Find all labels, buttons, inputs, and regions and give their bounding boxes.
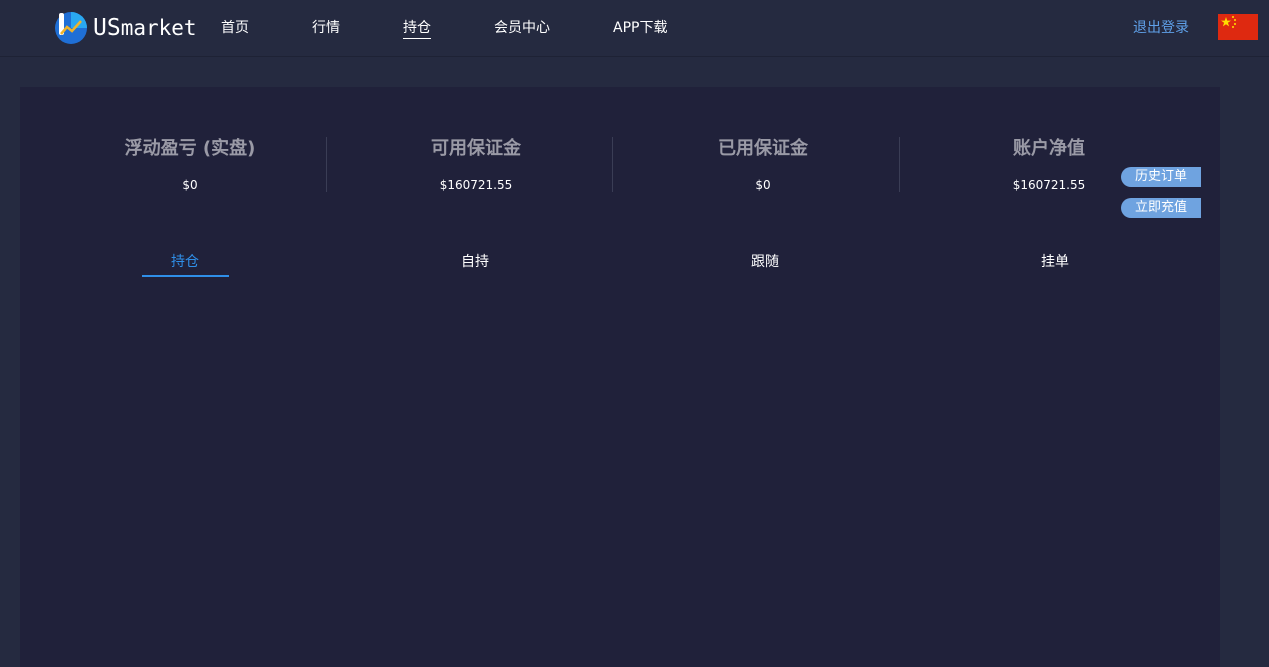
tab-following[interactable]: 跟随 [722,251,808,271]
stat-divider [899,137,900,192]
top-navigation-bar: USmarket 首页 行情 持仓 会员中心 APP下载 退出登录 [0,0,1269,57]
logo-mark-icon [55,12,87,44]
stat-floating-pnl: 浮动盈亏 (实盘) $0 [47,137,333,193]
stat-title: 账户净值 [1013,138,1085,159]
stat-title: 已用保证金 [718,138,808,159]
nav-member-center[interactable]: 会员中心 [494,17,550,37]
logo-text: USmarket [93,15,197,41]
usmarket-logo[interactable]: USmarket [53,9,197,47]
active-tab-underline [142,275,229,277]
nav-app-download[interactable]: APP下载 [613,17,667,37]
history-orders-button[interactable]: 历史订单 [1121,167,1201,187]
nav-positions[interactable]: 持仓 [403,17,431,39]
stat-title: 浮动盈亏 (实盘) [124,138,256,159]
flag-stars-icon [1221,16,1236,28]
stat-value: $0 [755,178,771,192]
stat-value: $160721.55 [439,178,513,192]
stat-used-margin: 已用保证金 $0 [620,137,906,193]
tab-positions[interactable]: 持仓 [142,251,228,271]
tab-pending-orders[interactable]: 挂单 [1012,251,1098,271]
nav-market[interactable]: 行情 [312,17,340,37]
account-panel: 浮动盈亏 (实盘) $0 可用保证金 $160721.55 已用保证金 $0 账… [20,87,1220,667]
nav-home[interactable]: 首页 [221,17,249,37]
stat-available-margin: 可用保证金 $160721.55 [333,137,619,193]
logout-link[interactable]: 退出登录 [1133,17,1189,37]
china-flag-icon[interactable] [1218,14,1258,40]
tab-self-held[interactable]: 自持 [432,251,518,271]
stat-divider [612,137,613,192]
stat-value: $0 [182,178,198,192]
deposit-now-button[interactable]: 立即充值 [1121,198,1201,218]
stat-divider [326,137,327,192]
stat-title: 可用保证金 [431,138,521,159]
